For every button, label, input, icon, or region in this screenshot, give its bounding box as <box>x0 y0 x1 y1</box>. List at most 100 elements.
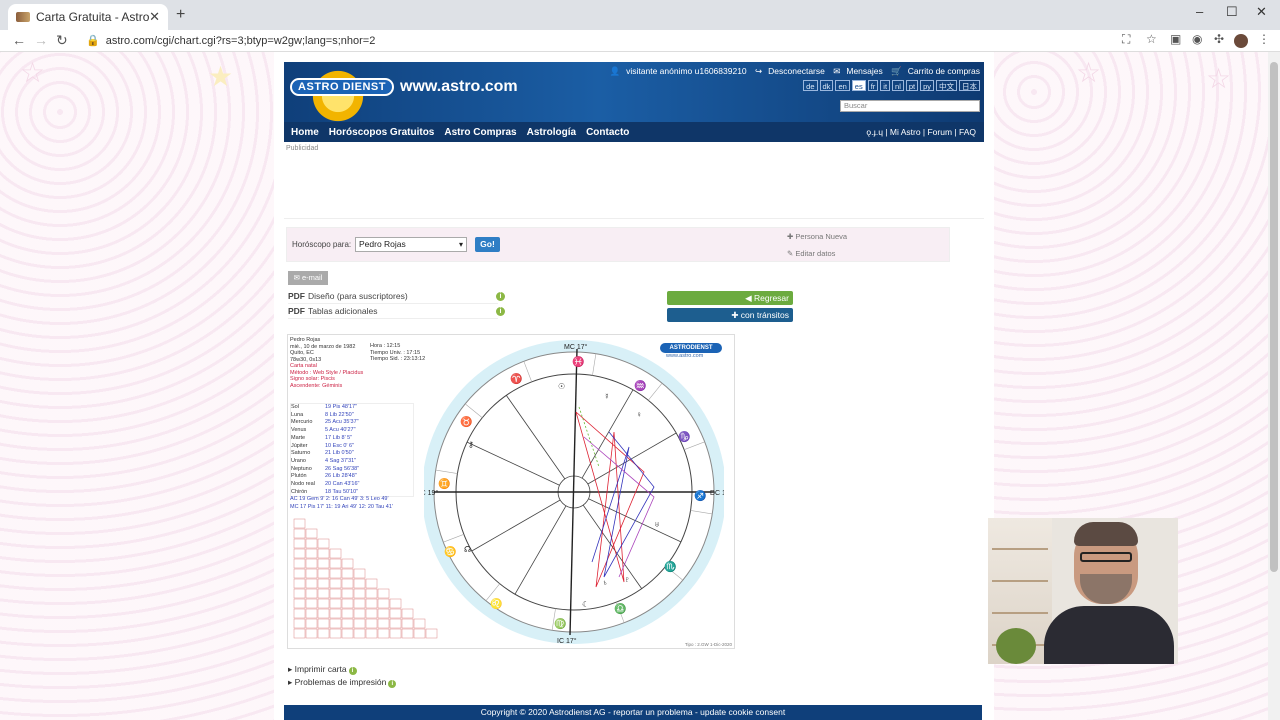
go-button[interactable]: Go! <box>475 237 500 252</box>
aspect-cell <box>305 618 318 629</box>
aspect-cell <box>317 568 330 579</box>
planet-row: Plutón 26 Lib 28'48" <box>291 473 413 481</box>
new-tab-button[interactable]: + <box>176 6 185 24</box>
messages-link[interactable]: Mensajes <box>846 66 882 76</box>
astrodienst-logo[interactable]: ASTRO DIENST <box>290 78 394 96</box>
language-中文[interactable]: 中文 <box>936 80 957 91</box>
close-tab-icon[interactable]: ✕ <box>149 9 160 25</box>
aspect-cell <box>341 578 354 589</box>
aspect-cell <box>329 558 342 569</box>
planet-row: Luna 8 Lib 22'50" <box>291 412 413 420</box>
ac-label: AC 19° <box>424 489 438 497</box>
cart-link[interactable]: Carrito de compras <box>908 66 980 76</box>
aspect-cell <box>317 618 330 629</box>
footer[interactable]: Copyright © 2020 Astrodienst AG - report… <box>284 705 982 720</box>
puzzle-icon[interactable]: ✣ <box>1214 32 1224 46</box>
back-arrow-icon: ◀ <box>745 293 755 303</box>
browser-tab[interactable]: Carta Gratuita - Astrodienst ✕ <box>8 4 168 30</box>
aspect-cell <box>317 538 330 549</box>
language-es[interactable]: es <box>851 80 866 91</box>
logout-link[interactable]: Desconectarse <box>768 66 825 76</box>
email-button[interactable]: ✉ e-mail <box>288 271 328 285</box>
logout-icon: ↪ <box>755 66 763 76</box>
extension-color-icon[interactable]: ◉ <box>1192 32 1202 46</box>
translate-icon[interactable]: ⛶ <box>1122 32 1130 47</box>
reload-icon[interactable]: ↻ <box>56 32 68 49</box>
planet-position: 26 Sag 56'38" <box>325 465 360 472</box>
back-icon[interactable]: ← <box>12 32 26 48</box>
nav-item[interactable]: Astrología <box>527 127 576 138</box>
extension-icon[interactable]: ▣ <box>1170 32 1181 46</box>
language-nl[interactable]: nl <box>892 80 904 91</box>
aspect-cell <box>317 548 330 559</box>
language-de[interactable]: de <box>803 80 818 91</box>
back-button[interactable]: ◀ Regresar <box>667 291 793 305</box>
sign-capricorn-icon: ♑ <box>678 430 690 443</box>
aspect-cell <box>353 608 366 619</box>
scrollbar-thumb[interactable] <box>1270 62 1278 572</box>
user-bar: 👤 visitante anónimo u1606839210 ↪ Desconec… <box>604 66 980 77</box>
aspect-cell <box>317 598 330 609</box>
info-icon[interactable]: i <box>496 292 505 301</box>
aspect-cell <box>293 608 306 619</box>
language-it[interactable]: it <box>880 80 891 91</box>
chart-times: Hora : 12:15 Tiempo Univ. : 17:15 Tiempo… <box>370 343 425 363</box>
decor-star-icon: ☆ <box>1076 57 1102 88</box>
aspect-cell <box>377 598 390 609</box>
planet-name: Plutón <box>291 473 307 480</box>
pdf-design-link[interactable]: PDF Diseño (para suscriptores) <box>288 291 498 304</box>
close-window-icon[interactable]: ✕ <box>1256 4 1267 20</box>
aspect-cell <box>293 598 306 609</box>
nav-item[interactable]: Contacto <box>586 127 629 138</box>
pdf-design-label: Diseño (para suscriptores) <box>308 291 408 301</box>
person-hair <box>1074 522 1138 546</box>
minimize-icon[interactable]: – <box>1196 4 1203 19</box>
edit-data-link[interactable]: ✎ Editar datos <box>787 249 835 258</box>
language-fr[interactable]: fr <box>867 80 879 91</box>
moon-glyph-icon: ☾ <box>582 600 589 609</box>
language-pt[interactable]: pt <box>905 80 919 91</box>
person-select[interactable]: Pedro Rojas <box>355 237 467 252</box>
planet-row: Nodo real 20 Can 43'16" <box>291 481 413 489</box>
aspect-cell <box>317 608 330 619</box>
url-field[interactable]: 🔒 astro.com/cgi/chart.cgi?rs=3;btyp=w2gw;… <box>86 34 375 47</box>
nav-item[interactable]: Horóscopos Gratuitos <box>329 127 435 138</box>
search-input[interactable]: Buscar <box>840 100 980 112</box>
nav-item[interactable]: Astro Compras <box>444 127 516 138</box>
print-chart-link[interactable]: ▸ Imprimir carta i <box>288 664 357 675</box>
pdf-tables-link[interactable]: PDF Tablas adicionales <box>288 306 498 319</box>
mail-icon: ✉ <box>293 273 302 282</box>
print-problems-link[interactable]: ▸ Problemas de impresión i <box>288 677 397 688</box>
ad-label: Publicidad <box>286 145 319 152</box>
language-ру[interactable]: ру <box>920 80 934 91</box>
forward-icon[interactable]: → <box>34 32 48 48</box>
aspect-cell <box>305 548 318 559</box>
user-name: visitante anónimo u1606839210 <box>626 66 747 76</box>
profile-avatar[interactable] <box>1234 34 1248 48</box>
aspect-cell <box>401 628 414 639</box>
sign-aquarius-icon: ♒ <box>634 379 646 392</box>
bookmark-star-icon[interactable]: ☆ <box>1146 32 1157 46</box>
sun-glyph-icon: ☉ <box>558 382 565 391</box>
language-selector: de dk en es fr it nl pt ру 中文 日本 <box>803 80 980 91</box>
sign-sagittarius-icon: ♐ <box>694 489 706 502</box>
new-person-link[interactable]: ✚ Persona Nueva <box>787 232 847 241</box>
aspect-cell <box>341 568 354 579</box>
language-dk[interactable]: dk <box>819 80 834 91</box>
transits-button[interactable]: ✚ con tránsitos <box>667 308 793 322</box>
nav-right-links[interactable]: ǫ.ɟ.ɥ | Mi Astro | Forum | FAQ <box>866 127 976 137</box>
uranus-glyph-icon: ♅ <box>654 520 660 529</box>
site-name[interactable]: www.astro.com <box>400 78 518 96</box>
planet-position: 26 Lib 28'48" <box>325 473 357 480</box>
planet-position: 10 Esc 0' 6" <box>325 442 354 449</box>
sign-scorpio-icon: ♏ <box>664 560 676 573</box>
nav-item[interactable]: Home <box>291 127 319 138</box>
language-en[interactable]: en <box>835 80 850 91</box>
maximize-icon[interactable]: ☐ <box>1226 4 1238 20</box>
hour-label: Hora : <box>370 343 385 349</box>
aspect-cell <box>353 578 366 589</box>
aspect-cell <box>341 558 354 569</box>
menu-dots-icon[interactable]: ⋮ <box>1258 32 1270 46</box>
language-日本[interactable]: 日本 <box>959 80 980 91</box>
info-icon[interactable]: i <box>496 307 505 316</box>
